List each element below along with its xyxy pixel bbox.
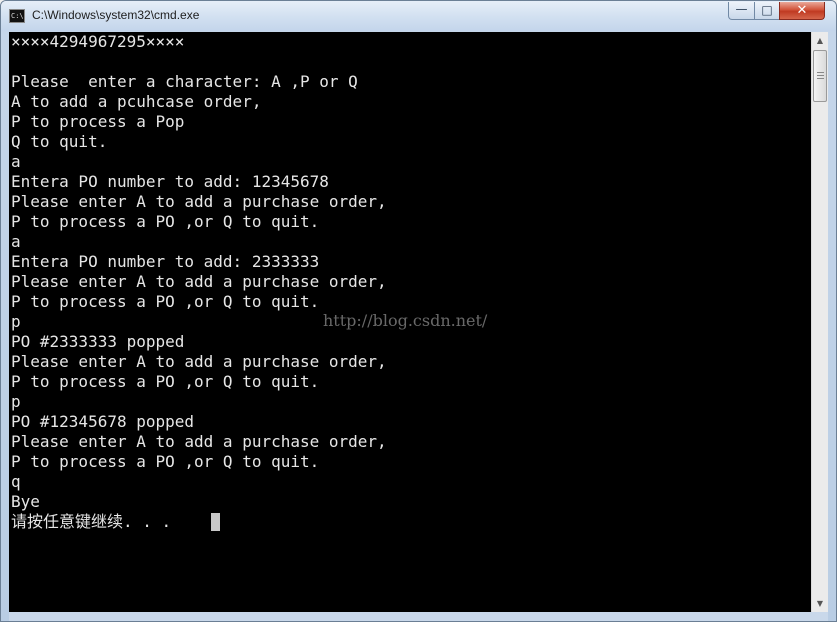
window-bottom-frame (9, 612, 828, 621)
grip-line (817, 78, 824, 79)
console-line: P to process a PO ,or Q to quit. (11, 292, 320, 311)
scroll-up-arrow-icon[interactable]: ▲ (812, 32, 828, 49)
console-line: p (11, 312, 21, 331)
console-line: Entera PO number to add: 12345678 (11, 172, 329, 191)
console-prompt-line: 请按任意键继续. . . (11, 512, 172, 531)
window-title: C:\Windows\system32\cmd.exe (32, 8, 200, 22)
console-line: P to process a Pop (11, 112, 185, 131)
console-line: PO #2333333 popped (11, 332, 185, 351)
console-line: a (11, 232, 21, 251)
vertical-scrollbar[interactable]: ▲ ▼ (811, 32, 828, 612)
title-bar[interactable]: C:\ C:\Windows\system32\cmd.exe — □ ✕ (1, 1, 836, 31)
console-line: Please enter A to add a purchase order, (11, 432, 387, 451)
maximize-button[interactable]: □ (754, 2, 780, 20)
console-line: P to process a PO ,or Q to quit. (11, 452, 320, 471)
console-line: A to add a pcuhcase order, (11, 92, 262, 111)
console-line: P to process a PO ,or Q to quit. (11, 372, 320, 391)
console-line: a (11, 152, 21, 171)
console-line: Please enter A to add a purchase order, (11, 352, 387, 371)
console-line: PO #12345678 popped (11, 412, 195, 431)
console-output[interactable]: ××××4294967295×××× Please enter a charac… (9, 32, 811, 612)
console-line: Please enter a character: A ,P or Q (11, 72, 358, 91)
text-cursor (211, 513, 220, 531)
cmd-window: C:\ C:\Windows\system32\cmd.exe — □ ✕ ××… (0, 0, 837, 622)
console-line: Q to quit. (11, 132, 108, 151)
scrollbar-thumb[interactable] (813, 50, 827, 102)
grip-line (817, 72, 824, 73)
console-line: ××××4294967295×××× (11, 32, 185, 51)
console-line: Bye (11, 492, 40, 511)
console-line: Please enter A to add a purchase order, (11, 272, 387, 291)
grip-line (817, 75, 824, 76)
close-button[interactable]: ✕ (779, 2, 825, 20)
console-line: Please enter A to add a purchase order, (11, 192, 387, 211)
console-line: P to process a PO ,or Q to quit. (11, 212, 320, 231)
minimize-button[interactable]: — (728, 2, 755, 20)
cmd-app-icon[interactable]: C:\ (9, 9, 25, 23)
console-line: Entera PO number to add: 2333333 (11, 252, 320, 271)
console-line: q (11, 472, 21, 491)
watermark-text: http://blog.csdn.net/ (323, 311, 488, 330)
console-line: p (11, 392, 21, 411)
scroll-down-arrow-icon[interactable]: ▼ (812, 595, 828, 612)
